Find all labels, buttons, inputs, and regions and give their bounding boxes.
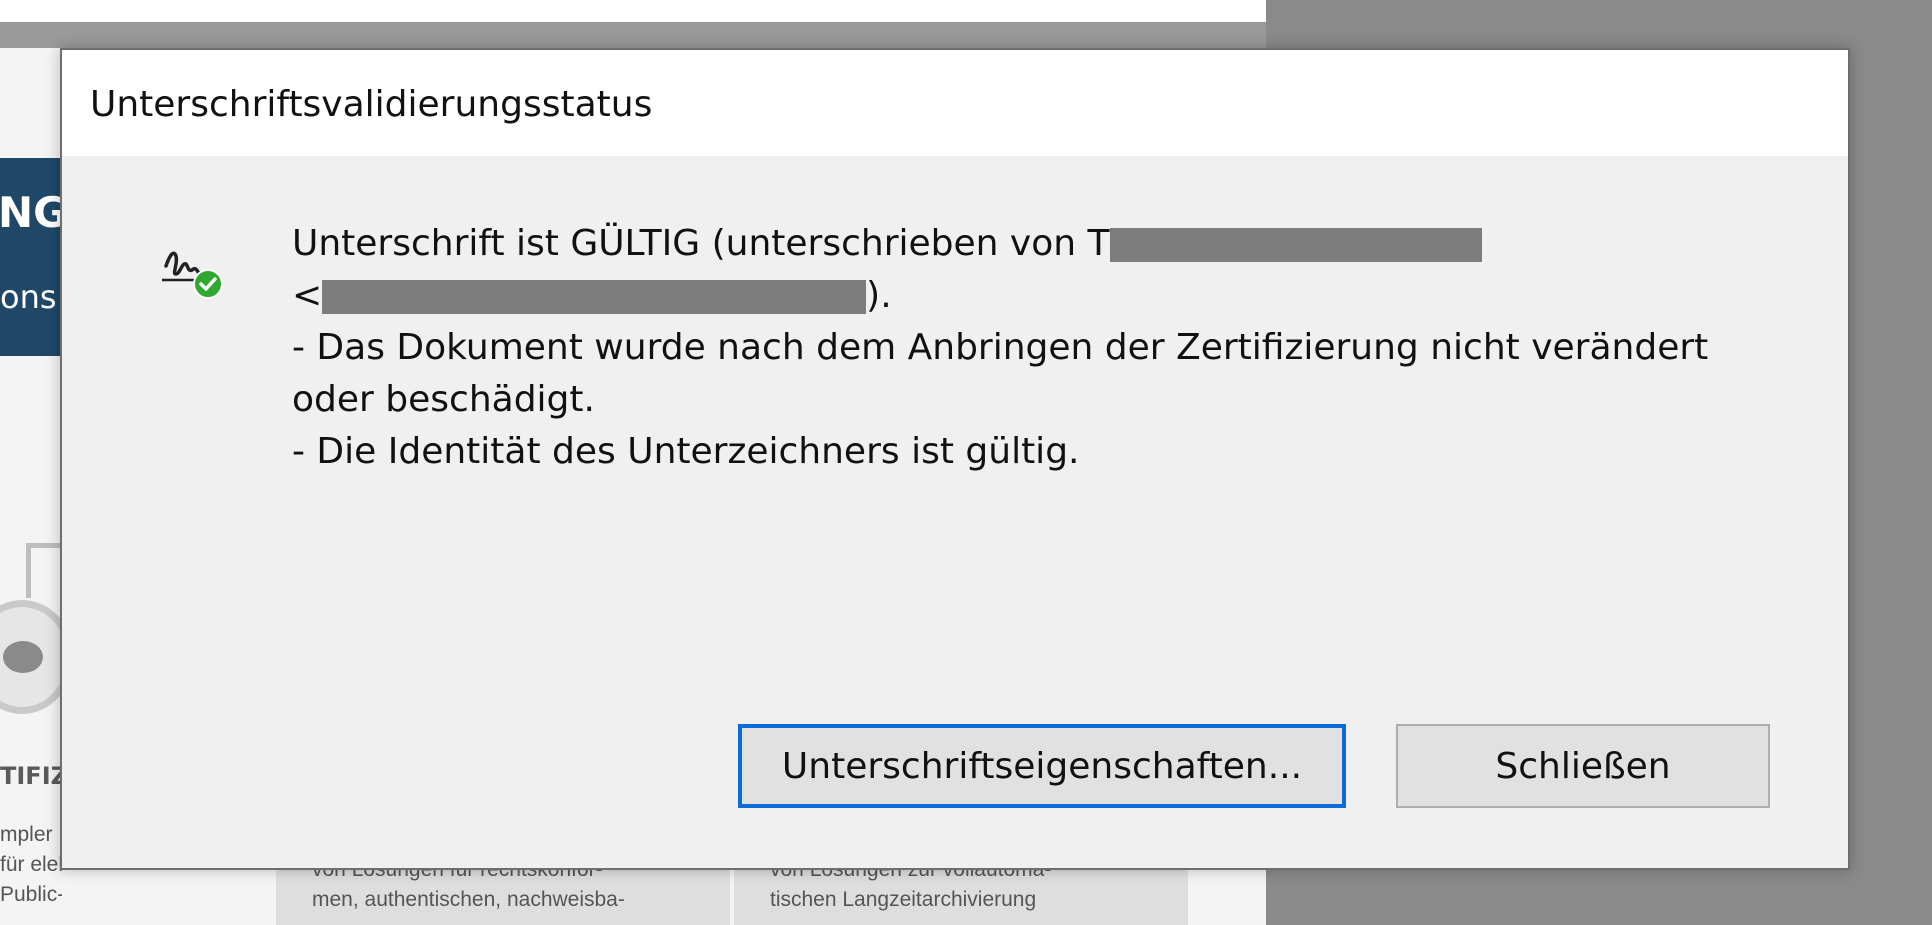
dialog-titlebar[interactable]: Unterschriftsvalidierungsstatus bbox=[62, 50, 1848, 156]
background-top-strip bbox=[0, 0, 1266, 22]
background-shade bbox=[0, 22, 1266, 48]
message-line-1: Unterschrift ist GÜLTIG (unterschrieben … bbox=[292, 218, 1752, 270]
dialog-title: Unterschriftsvalidierungsstatus bbox=[90, 84, 653, 125]
signature-properties-button[interactable]: Unterschriftseigenschaften... bbox=[738, 724, 1346, 808]
check-circle-icon bbox=[193, 269, 223, 299]
background-banner: NGS ons bbox=[0, 158, 62, 356]
message-line-5: - Die Identität des Unterzeichners ist g… bbox=[292, 431, 1080, 472]
message-line-3: - Das Dokument wurde nach dem Anbringen … bbox=[292, 327, 1709, 368]
validation-message: Unterschrift ist GÜLTIG (unterschrieben … bbox=[292, 218, 1752, 478]
background-section-label: TIFIZ bbox=[0, 762, 69, 790]
redacted-signer-name bbox=[1109, 228, 1482, 262]
close-button[interactable]: Schließen bbox=[1396, 724, 1770, 808]
message-line-2: <). bbox=[292, 275, 892, 316]
background-left-text: mpler für elektronische Public-Key-Infra… bbox=[0, 823, 62, 906]
banner-text-1: NGS bbox=[0, 188, 62, 237]
signature-validation-dialog: Unterschriftsvalidierungsstatus Untersch… bbox=[60, 48, 1850, 870]
message-line-4: oder beschädigt. bbox=[292, 379, 595, 420]
redacted-signer-email bbox=[322, 280, 867, 314]
banner-text-2: ons bbox=[0, 278, 57, 316]
signature-valid-icon bbox=[158, 232, 242, 316]
